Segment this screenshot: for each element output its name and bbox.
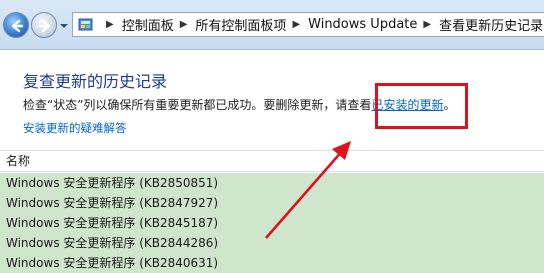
troubleshoot-link[interactable]: 安装更新的疑难解答: [23, 120, 127, 136]
annotation-highlight-box: [375, 83, 468, 129]
control-panel-icon: [78, 17, 96, 33]
list-item[interactable]: Windows 安全更新程序 (KB2844286): [0, 233, 544, 253]
breadcrumb-separator-icon[interactable]: ▶: [423, 19, 431, 30]
breadcrumb-all-items[interactable]: 所有控制面板项: [195, 15, 286, 34]
navigation-bar: ▶ 控制面板 ▶ 所有控制面板项 ▶ Windows Update ▶ 查看更新…: [0, 0, 544, 50]
recent-pages-dropdown-icon[interactable]: [59, 22, 69, 30]
list-item[interactable]: Windows 安全更新程序 (KB2845187): [0, 213, 544, 233]
column-header-name[interactable]: 名称: [0, 150, 544, 172]
breadcrumb-separator-icon[interactable]: ▶: [292, 19, 300, 30]
list-item[interactable]: Windows 安全更新程序 (KB2847927): [0, 193, 544, 213]
breadcrumb-separator-icon[interactable]: ▶: [106, 19, 114, 30]
forward-arrow-icon: [38, 19, 51, 33]
update-list: Windows 安全更新程序 (KB2850851) Windows 安全更新程…: [0, 173, 544, 273]
breadcrumb-separator-icon[interactable]: ▶: [180, 19, 188, 30]
list-item[interactable]: Windows 安全更新程序 (KB2850851): [0, 173, 544, 193]
breadcrumb-windows-update[interactable]: Windows Update: [308, 17, 417, 32]
list-item[interactable]: Windows 安全更新程序 (KB2840631): [0, 253, 544, 273]
address-bar[interactable]: ▶ 控制面板 ▶ 所有控制面板项 ▶ Windows Update ▶ 查看更新…: [72, 12, 544, 37]
back-button[interactable]: [3, 12, 29, 38]
page-title: 复查更新的历史记录: [23, 72, 168, 91]
description-text: 检查“状态”列以确保所有重要更新都已成功。要删除更新，请查看: [23, 98, 372, 112]
forward-button[interactable]: [31, 12, 57, 38]
back-arrow-icon: [11, 19, 24, 33]
breadcrumb-control-panel[interactable]: 控制面板: [122, 15, 174, 34]
breadcrumb-update-history[interactable]: 查看更新历史记录: [439, 15, 543, 34]
